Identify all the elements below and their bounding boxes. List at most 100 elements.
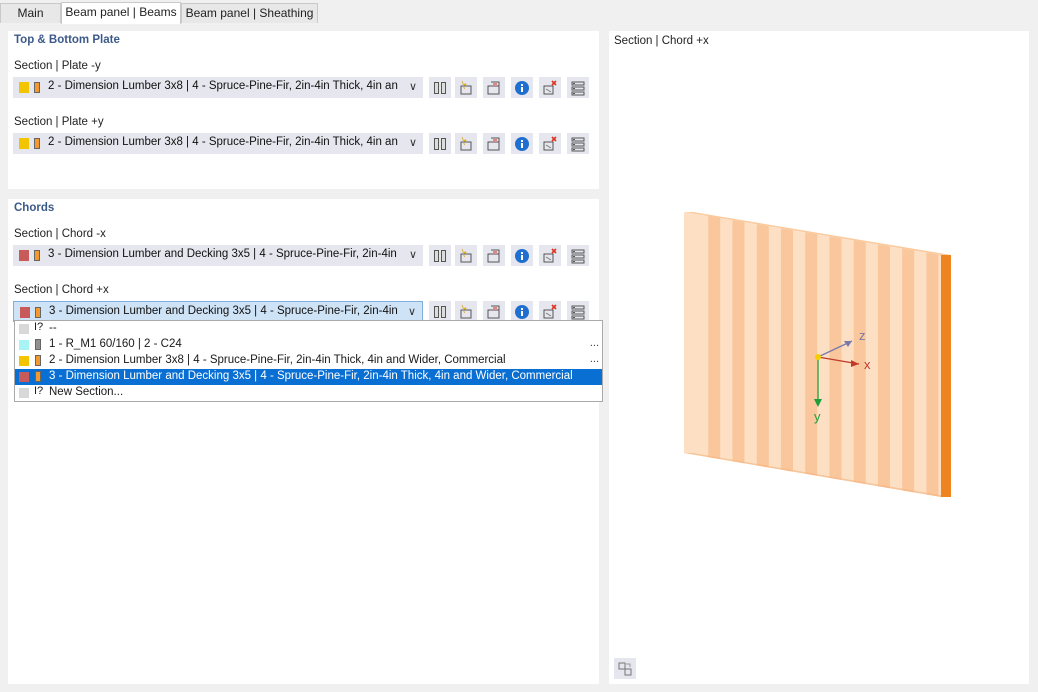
stud-band	[926, 252, 939, 497]
delete-unused-button[interactable]	[539, 77, 561, 98]
x-axis-label: x	[864, 357, 871, 372]
dropdown-option-new-section[interactable]: I? New Section...	[15, 385, 602, 401]
settings-list-button[interactable]	[567, 77, 589, 98]
dropdown-option-3-selected[interactable]: 3 - Dimension Lumber and Decking 3x5 | 4…	[15, 369, 602, 385]
library-button[interactable]	[429, 245, 451, 266]
new-section-button[interactable]	[455, 301, 477, 322]
section-type-swatch	[34, 82, 40, 93]
new-section-button[interactable]	[455, 77, 477, 98]
material-color-swatch	[19, 138, 29, 149]
chord-minus-x-value: 3 - Dimension Lumber and Decking 3x5 | 4…	[48, 248, 398, 260]
info-button[interactable]	[511, 77, 533, 98]
library-button[interactable]	[429, 301, 451, 322]
edit-section-button[interactable]	[483, 77, 505, 98]
edit-section-button[interactable]	[483, 133, 505, 154]
section-type-swatch	[35, 307, 41, 318]
view-settings-button[interactable]	[614, 658, 636, 679]
stud-band	[708, 216, 721, 460]
library-icon	[434, 249, 446, 262]
info-icon	[515, 136, 529, 151]
origin-point	[815, 354, 821, 360]
library-button[interactable]	[429, 133, 451, 154]
settings-list-icon	[571, 137, 585, 151]
top-bottom-plate-panel: Top & Bottom Plate Section | Plate -y 2 …	[8, 31, 599, 189]
tab-beam-panel-beams[interactable]: Beam panel | Beams	[61, 2, 181, 24]
edit-section-icon	[487, 305, 500, 318]
material-color-swatch	[19, 250, 29, 261]
edit-section-icon	[487, 137, 500, 150]
delete-unused-icon	[543, 247, 557, 262]
delete-unused-icon	[543, 303, 557, 318]
section-preview-panel: Section | Chord +x z x y	[609, 31, 1029, 684]
plate-plus-y-select[interactable]: 2 - Dimension Lumber 3x8 | 4 - Spruce-Pi…	[13, 133, 423, 154]
settings-list-button[interactable]	[567, 245, 589, 266]
chord-plus-x-select[interactable]: 3 - Dimension Lumber and Decking 3x5 | 4…	[13, 301, 423, 322]
dropdown-option-none[interactable]: I? --	[15, 321, 602, 337]
color-swatch	[19, 324, 29, 334]
option-label: 2 - Dimension Lumber 3x8 | 4 - Spruce-Pi…	[49, 354, 506, 366]
top-bottom-plate-title: Top & Bottom Plate	[14, 34, 120, 46]
panel-side-face	[941, 255, 951, 497]
color-swatch	[19, 340, 29, 350]
new-section-icon	[460, 80, 472, 94]
dropdown-option-2[interactable]: 2 - Dimension Lumber 3x8 | 4 - Spruce-Pi…	[15, 353, 602, 369]
section-type-swatch	[35, 355, 41, 366]
edit-section-button[interactable]	[483, 301, 505, 322]
stud-band	[756, 224, 769, 468]
info-icon	[515, 304, 529, 319]
settings-list-button[interactable]	[567, 301, 589, 322]
plate-minus-y-label: Section | Plate -y	[14, 60, 101, 72]
settings-list-button[interactable]	[567, 133, 589, 154]
new-section-button[interactable]	[455, 245, 477, 266]
info-icon	[515, 248, 529, 263]
chords-panel: Chords Section | Chord -x 3 - Dimension …	[8, 199, 599, 684]
info-button[interactable]	[511, 245, 533, 266]
more-icon[interactable]: ...	[590, 353, 599, 365]
new-section-icon	[460, 248, 472, 262]
info-button[interactable]	[511, 133, 533, 154]
chevron-down-icon: ∨	[408, 137, 417, 149]
more-icon[interactable]: ...	[590, 337, 599, 349]
material-color-swatch	[20, 307, 30, 318]
delete-unused-button[interactable]	[539, 301, 561, 322]
stud-band	[902, 248, 915, 493]
z-axis-label: z	[859, 328, 866, 343]
delete-unused-button[interactable]	[539, 133, 561, 154]
section-3d-view[interactable]: z x y	[609, 31, 1029, 684]
new-section-icon	[460, 304, 472, 318]
y-axis-label: y	[814, 409, 821, 424]
new-section-button[interactable]	[455, 133, 477, 154]
chevron-down-icon: ∨	[408, 249, 417, 261]
tab-beam-panel-sheathing[interactable]: Beam panel | Sheathing	[181, 3, 318, 23]
library-button[interactable]	[429, 77, 451, 98]
stud-band	[780, 228, 793, 472]
option-label: --	[49, 322, 57, 334]
plate-minus-y-select[interactable]: 2 - Dimension Lumber 3x8 | 4 - Spruce-Pi…	[13, 77, 423, 98]
plate-plus-y-value: 2 - Dimension Lumber 3x8 | 4 - Spruce-Pi…	[48, 136, 398, 148]
chord-plus-x-value: 3 - Dimension Lumber and Decking 3x5 | 4…	[49, 305, 399, 317]
edit-section-button[interactable]	[483, 245, 505, 266]
option-label: 3 - Dimension Lumber and Decking 3x5 | 4…	[49, 370, 573, 382]
section-type-swatch	[34, 138, 40, 149]
chevron-down-icon: ∨	[408, 81, 417, 93]
dropdown-option-1[interactable]: 1 - R_M1 60/160 | 2 - C24 ...	[15, 337, 602, 353]
section-type-swatch	[34, 250, 40, 261]
info-button[interactable]	[511, 301, 533, 322]
library-icon	[434, 137, 446, 150]
plate-minus-y-value: 2 - Dimension Lumber 3x8 | 4 - Spruce-Pi…	[48, 80, 398, 92]
chord-minus-x-select[interactable]: 3 - Dimension Lumber and Decking 3x5 | 4…	[13, 245, 423, 266]
material-color-swatch	[19, 82, 29, 93]
settings-list-icon	[571, 305, 585, 319]
delete-unused-icon	[543, 135, 557, 150]
chevron-down-icon: ∨	[407, 306, 416, 318]
option-label: New Section...	[49, 386, 124, 398]
stud-band	[805, 232, 818, 476]
color-swatch	[19, 356, 29, 366]
tab-main[interactable]: Main	[0, 3, 61, 23]
library-icon	[434, 305, 446, 318]
chord-plus-x-label: Section | Chord +x	[14, 284, 109, 296]
delete-unused-button[interactable]	[539, 245, 561, 266]
new-section-icon	[460, 136, 472, 150]
library-icon	[434, 81, 446, 94]
option-label: 1 - R_M1 60/160 | 2 - C24	[49, 338, 182, 350]
